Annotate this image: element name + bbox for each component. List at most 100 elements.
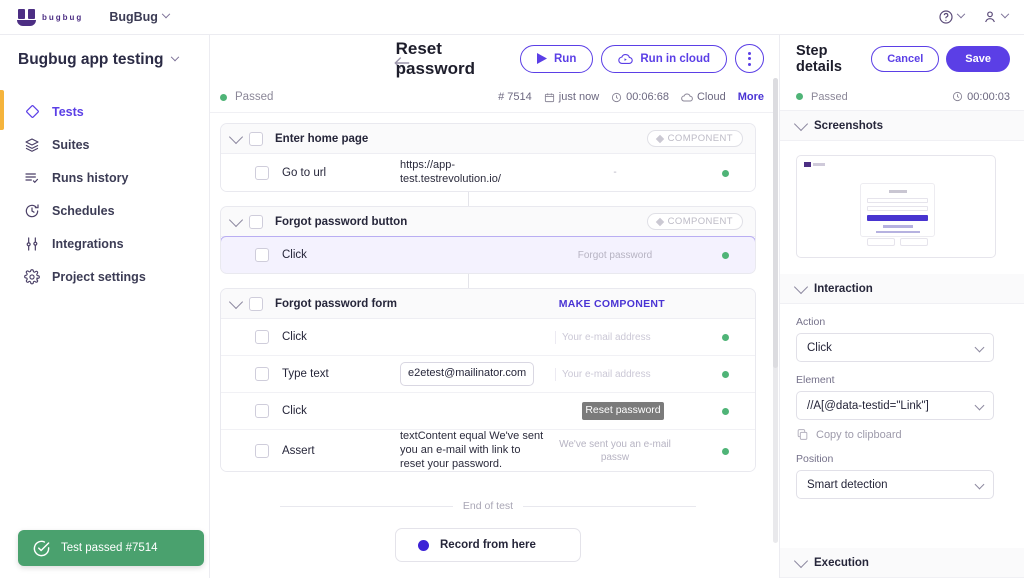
step-duration: 00:00:03 <box>952 91 1010 103</box>
cancel-button[interactable]: Cancel <box>871 46 939 72</box>
brand-name: bugbug <box>42 13 83 22</box>
top-bar: bugbug BugBug <box>0 0 1024 35</box>
component-badge: COMPONENT <box>647 130 743 147</box>
chevron-down-icon <box>1001 10 1009 18</box>
group-checkbox[interactable] <box>249 215 263 229</box>
action-value: Click <box>807 342 832 354</box>
screenshot-thumbnail[interactable] <box>796 155 996 258</box>
sidebar-item-integrations[interactable]: Integrations <box>0 227 209 260</box>
group-checkbox[interactable] <box>249 132 263 146</box>
panel-title: Step details <box>796 43 871 75</box>
thumbnail-login-card <box>860 183 935 237</box>
table-row[interactable]: Assert textContent equal We've sent you … <box>221 430 755 471</box>
more-actions-button[interactable] <box>735 44 764 73</box>
step-group-header[interactable]: Forgot password form MAKE COMPONENT <box>221 289 755 319</box>
table-row[interactable]: Click Reset password <box>221 393 755 430</box>
status-badge <box>722 328 729 346</box>
organization-selector[interactable]: BugBug <box>109 10 169 24</box>
chevron-down-icon <box>957 10 965 18</box>
table-row[interactable]: Type text e2etest@mailinator.com Your e-… <box>221 356 755 393</box>
divider-line <box>280 506 453 507</box>
step-group-header[interactable]: Forgot password button COMPONENT <box>221 207 755 237</box>
action-label: Action <box>796 316 1008 328</box>
section-screenshots[interactable]: Screenshots <box>780 111 1024 141</box>
step-group: Enter home page COMPONENT Go to url http… <box>220 123 756 192</box>
step-checkbox[interactable] <box>255 166 269 180</box>
sidebar-item-schedules[interactable]: Schedules <box>0 194 209 227</box>
scrollbar-thumb[interactable] <box>773 78 778 368</box>
project-selector[interactable]: Bugbug app testing <box>0 35 209 69</box>
plug-icon <box>24 236 40 252</box>
screenshot-thumbnail-wrap <box>780 141 1024 274</box>
save-button[interactable]: Save <box>946 46 1010 72</box>
section-interaction-label: Interaction <box>814 283 873 295</box>
position-value: Smart detection <box>807 479 888 491</box>
step-action-name: Go to url <box>282 167 400 179</box>
status-dot-icon <box>722 252 729 259</box>
record-dot-icon <box>418 540 429 551</box>
action-select[interactable]: Click <box>796 333 994 362</box>
make-component-button[interactable]: MAKE COMPONENT <box>559 298 665 310</box>
step-target-cell: Your e-mail address <box>552 368 678 381</box>
steps-scroll-region: Enter home page COMPONENT Go to url http… <box>210 113 778 578</box>
step-target: Your e-mail address <box>555 331 675 344</box>
step-checkbox[interactable] <box>255 330 269 344</box>
run-duration-label: 00:06:68 <box>626 91 669 103</box>
diamond-icon <box>655 134 663 142</box>
status-dot-icon <box>796 93 803 100</box>
copy-to-clipboard-button[interactable]: Copy to clipboard <box>796 428 1024 441</box>
table-row[interactable]: Click Your e-mail address <box>221 319 755 356</box>
chevron-down-icon <box>794 553 808 567</box>
status-dot-icon <box>722 408 729 415</box>
thumbnail-logo-icon <box>804 162 826 167</box>
top-bar-actions <box>938 9 1008 25</box>
sidebar-item-label: Tests <box>52 105 84 119</box>
group-name: Forgot password form <box>275 298 397 310</box>
section-execution[interactable]: Execution <box>780 548 1024 578</box>
step-status-bar: Passed 00:00:03 <box>780 83 1024 111</box>
element-select[interactable]: //A[@data-testid="Link"] <box>796 391 994 420</box>
clock-icon <box>24 203 40 219</box>
sidebar-nav: Tests Suites <box>0 95 209 293</box>
chevron-down-icon[interactable] <box>229 129 243 143</box>
account-menu[interactable] <box>982 9 1008 25</box>
sidebar-item-tests[interactable]: Tests <box>0 95 209 128</box>
group-checkbox[interactable] <box>249 297 263 311</box>
sidebar: Bugbug app testing Tests <box>0 35 210 578</box>
chevron-down-icon[interactable] <box>229 212 243 226</box>
brand-logo[interactable]: bugbug <box>16 9 83 26</box>
run-more-link[interactable]: More <box>738 91 764 103</box>
help-menu[interactable] <box>938 9 964 25</box>
run-button[interactable]: Run <box>520 45 593 73</box>
check-circle-icon <box>32 539 51 558</box>
table-row[interactable]: Click Forgot password <box>220 236 756 274</box>
steps-scrollbar[interactable] <box>773 78 778 543</box>
table-row[interactable]: Go to url https://app-test.testrevolutio… <box>221 154 755 191</box>
step-checkbox[interactable] <box>255 248 269 262</box>
step-target: We've sent you an e-mail passw <box>555 438 675 464</box>
step-group-header[interactable]: Enter home page COMPONENT <box>221 124 755 154</box>
step-checkbox[interactable] <box>255 404 269 418</box>
step-group: Forgot password button COMPONENT Click F… <box>220 206 756 274</box>
section-interaction[interactable]: Interaction <box>780 274 1024 304</box>
chevron-down-icon[interactable] <box>229 294 243 308</box>
page-title: Reset password <box>396 39 520 79</box>
run-time-label: just now <box>559 91 599 103</box>
run-status-bar: Passed # 7514 just now 00:06:68 <box>210 82 778 113</box>
cloud-play-icon <box>618 53 633 65</box>
sidebar-item-label: Project settings <box>52 270 146 284</box>
status-dot-icon <box>220 94 227 101</box>
sidebar-item-suites[interactable]: Suites <box>0 128 209 161</box>
sidebar-item-runs-history[interactable]: Runs history <box>0 161 209 194</box>
sidebar-item-project-settings[interactable]: Project settings <box>0 260 209 293</box>
record-from-here-button[interactable]: Record from here <box>395 528 581 562</box>
step-checkbox[interactable] <box>255 367 269 381</box>
toast-notification[interactable]: Test passed #7514 <box>18 530 204 566</box>
step-action-name: Assert <box>282 445 400 457</box>
title-actions: Run Run in cloud <box>520 44 764 73</box>
step-checkbox[interactable] <box>255 444 269 458</box>
run-in-cloud-button[interactable]: Run in cloud <box>601 45 727 73</box>
sidebar-item-label: Integrations <box>52 237 124 251</box>
position-select[interactable]: Smart detection <box>796 470 994 499</box>
run-environment: Cloud <box>681 91 726 103</box>
